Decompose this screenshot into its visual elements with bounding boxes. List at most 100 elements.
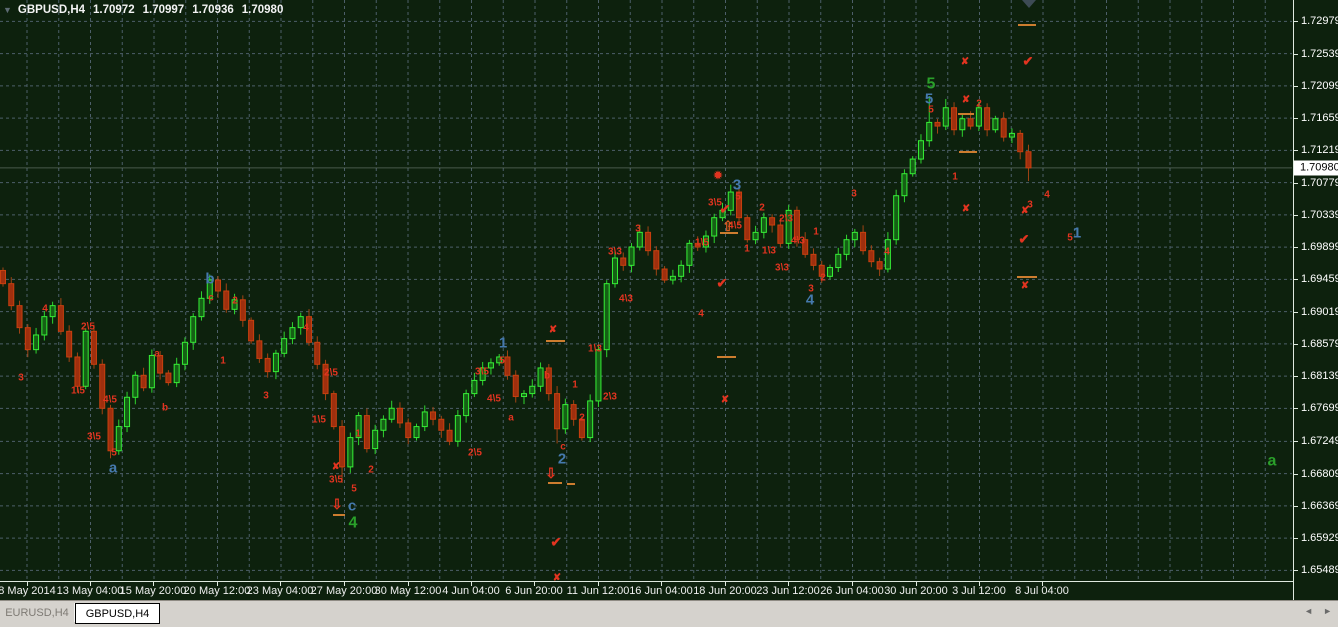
wave-label-red: 2\5 — [81, 322, 95, 333]
check-marker-icon: ✔ — [717, 276, 728, 291]
price-axis-label: 1.66809 — [1301, 467, 1338, 480]
wave-label-red: 4 — [884, 247, 890, 258]
time-axis-label: 6 Jun 20:00 — [505, 585, 563, 597]
wave-label-red: 4\3 — [791, 236, 805, 247]
price-axis-label: 1.71219 — [1301, 144, 1338, 157]
tab-scroll-right-icon[interactable]: ► — [1323, 606, 1332, 616]
quote-bar: ▼ GBPUSD,H4 1.70972 1.70997 1.70936 1.70980 — [3, 3, 283, 17]
tab-gbpusd-h4[interactable]: GBPUSD,H4 — [75, 603, 160, 624]
price-axis-tick — [1294, 85, 1298, 87]
orange-level-line — [1017, 276, 1037, 278]
wave-label-red: b — [162, 403, 168, 414]
wave-label-red: 4 — [42, 304, 48, 315]
wave-label-red: 1\5 — [312, 415, 326, 426]
chart-area[interactable]: 4 3 2\5 1\5 4\5 3\5 5 a b c 2 1 3 4 2\5 1\5 1 2 3\5 5 2\5 3\5… — [0, 0, 1292, 581]
wave-label-red: 1 — [572, 380, 578, 391]
price-axis-tick — [1294, 311, 1298, 313]
wave-label-red: 4\5 — [103, 395, 117, 406]
tab-eurusd-h4[interactable]: EURUSD,H4 — [0, 603, 75, 622]
wave-label-blue: 2 — [558, 450, 566, 467]
orange-level-line — [333, 514, 345, 516]
orange-level-line — [546, 340, 565, 342]
price-axis-label: 1.69459 — [1301, 273, 1338, 286]
wave-label-blue: 3 — [733, 176, 741, 193]
wave-label-red: 3 — [851, 189, 857, 200]
wave-label-blue: b — [205, 270, 214, 287]
price-axis-label: 1.65929 — [1301, 532, 1338, 545]
wave-label-red: 2 — [759, 203, 765, 214]
quote-low: 1.70936 — [192, 4, 234, 16]
price-axis-tick — [1294, 570, 1298, 572]
wave-label-red: 3 — [263, 391, 269, 402]
mt4-terminal: { "quote": { "dropdown_glyph": "▼", "sym… — [0, 0, 1338, 627]
wave-label-red: 1 — [355, 429, 361, 440]
time-axis-label: 4 Jun 04:00 — [442, 585, 500, 597]
price-axis-label: 1.66369 — [1301, 499, 1338, 512]
arrow-down-icon: ⇩ — [331, 496, 343, 512]
wave-label-red: 1\5 — [695, 238, 709, 249]
price-axis-tick — [1294, 279, 1298, 281]
wave-label-red: c — [208, 293, 214, 304]
wave-label-red: b — [544, 371, 550, 382]
time-axis-label: 30 Jun 20:00 — [884, 585, 948, 597]
x-marker-icon: ✘ — [961, 57, 969, 68]
price-axis-label: 1.65489 — [1301, 564, 1338, 577]
price-axis-tick — [1294, 118, 1298, 120]
wave-label-red: 1\3 — [762, 246, 776, 257]
price-axis-tick — [1294, 53, 1298, 55]
wave-label-blue: 5 — [925, 90, 933, 107]
price-axis-tick — [1294, 247, 1298, 249]
price-axis-tick — [1294, 182, 1298, 184]
x-marker-icon: ✘ — [962, 204, 970, 215]
price-axis-tick — [1294, 214, 1298, 216]
chart-background — [0, 0, 1292, 581]
wave-label-red: 3\3 — [608, 247, 622, 258]
x-marker-icon: ✘ — [332, 462, 340, 473]
check-marker-icon: ✔ — [551, 535, 562, 550]
wave-label-red: a — [508, 413, 514, 424]
wave-label-green: a — [1268, 453, 1277, 470]
price-chart[interactable]: 432\51\54\53\55abc 21342\51\5123\552\53\5… — [0, 0, 1292, 581]
symbol-dropdown-icon[interactable]: ▼ — [3, 5, 12, 15]
wave-label-green: 5 — [927, 76, 936, 93]
tab-scroll-left-icon[interactable]: ◄ — [1304, 606, 1313, 616]
price-axis-label: 1.72539 — [1301, 47, 1338, 60]
wave-label-red: 1 — [952, 172, 958, 183]
price-axis-tick — [1294, 505, 1298, 507]
x-marker-icon: ✘ — [553, 573, 561, 582]
time-axis-label: 27 May 20:00 — [310, 585, 378, 597]
price-axis-tick — [1294, 343, 1298, 345]
price-axis-label: 1.71659 — [1301, 112, 1338, 125]
wave-label-red: 2 — [368, 465, 374, 476]
wave-label-red: 1\3 — [588, 344, 602, 355]
wave-label-red: 1 — [744, 244, 750, 255]
price-axis-tick — [1294, 150, 1298, 152]
wave-label-red: a — [154, 349, 160, 360]
orange-level-line — [1018, 24, 1036, 26]
orange-level-line — [959, 151, 977, 153]
quote-open: 1.70972 — [93, 4, 135, 16]
time-axis-label: 23 Jun 12:00 — [756, 585, 820, 597]
tab-scroll-buttons: ◄ ► — [1304, 606, 1336, 616]
price-axis-label: 1.70339 — [1301, 208, 1338, 221]
price-axis-label: 1.67249 — [1301, 435, 1338, 448]
price-axis-label: 1.67699 — [1301, 402, 1338, 415]
arrow-up-icon: ⇧ — [722, 218, 734, 234]
wave-label-blue: 1 — [499, 334, 507, 351]
price-axis[interactable]: 1.72979 1.72539 1.72099 1.71659 1.71219 1.707… — [1293, 0, 1338, 600]
wave-label-red: 2 — [232, 296, 238, 307]
time-axis-label: 11 Jun 12:00 — [566, 585, 630, 597]
time-axis-label: 13 May 04:00 — [56, 585, 124, 597]
quote-high: 1.70997 — [142, 4, 185, 16]
price-axis-tick — [1294, 376, 1298, 378]
wave-label-red: 2\3 — [779, 214, 793, 225]
wave-label-red: 3\5 — [329, 475, 343, 486]
price-axis-tick — [1294, 441, 1298, 443]
price-axis-label: 1.69019 — [1301, 305, 1338, 318]
time-axis[interactable]: 8 May 2014 13 May 04:00 15 May 20:00 20 May… — [0, 582, 1292, 600]
arrow-down-icon: ⇩ — [545, 465, 557, 481]
time-axis-label: 3 Jul 12:00 — [952, 585, 1006, 597]
price-axis-tick — [1294, 21, 1298, 23]
wave-label-blue: c — [348, 497, 356, 514]
wave-label-red: 4\3 — [619, 294, 633, 305]
